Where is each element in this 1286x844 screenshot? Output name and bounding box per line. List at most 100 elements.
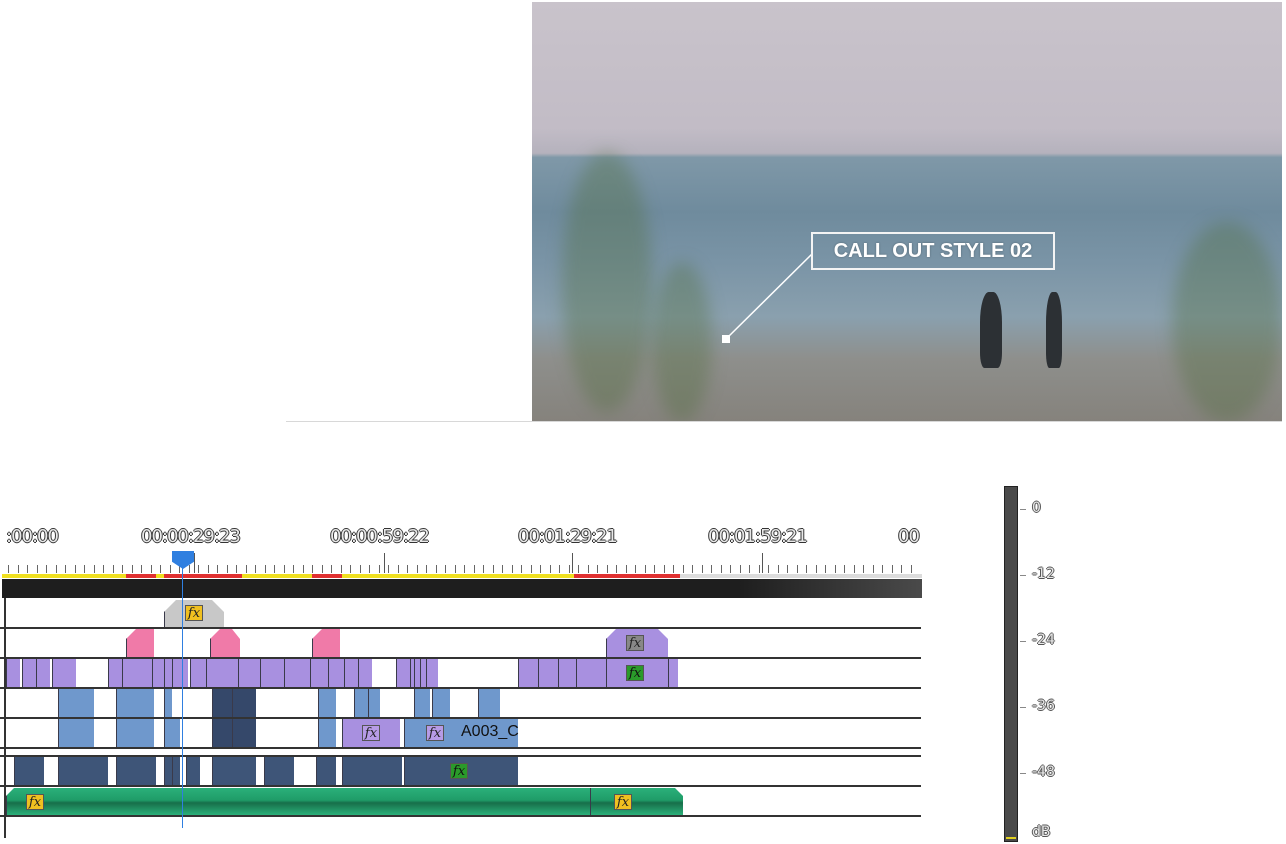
callout-title: CALL OUT STYLE 02 [811, 232, 1055, 270]
video-clip[interactable] [358, 659, 372, 687]
playhead-handle[interactable] [172, 551, 194, 569]
video-clip[interactable] [232, 719, 256, 747]
audio-clip[interactable] [172, 757, 180, 785]
video-clip[interactable] [52, 659, 76, 687]
ruler-tick [759, 565, 760, 573]
video-clip[interactable] [284, 659, 310, 687]
video-clip[interactable] [538, 659, 558, 687]
ruler-tick [531, 565, 532, 573]
ruler-tick [322, 565, 323, 573]
video-clip[interactable] [328, 659, 344, 687]
adjustment-clip[interactable] [210, 629, 240, 657]
video-clip[interactable] [426, 659, 438, 687]
music-audio-clip[interactable] [590, 788, 683, 815]
adjustment-clip[interactable] [126, 629, 154, 657]
video-clip[interactable] [260, 659, 284, 687]
fx-badge[interactable]: fx [362, 725, 380, 741]
fx-badge[interactable]: fx [450, 763, 468, 779]
track-divider [0, 747, 921, 749]
fx-badge[interactable]: fx [626, 635, 644, 651]
music-audio-clip[interactable] [6, 788, 590, 815]
video-clip[interactable] [576, 659, 606, 687]
track-divider [0, 627, 921, 629]
ruler-tick [873, 565, 874, 573]
video-clip[interactable] [164, 719, 180, 747]
ruler-tick [702, 565, 703, 573]
video-clip[interactable] [344, 659, 358, 687]
ruler-tick [664, 565, 665, 573]
ruler-tick [18, 565, 19, 573]
video-clip[interactable] [172, 659, 182, 687]
video-clip[interactable] [206, 659, 238, 687]
ruler-tick [379, 565, 380, 573]
video-clip[interactable] [152, 659, 164, 687]
ruler-tick [550, 565, 551, 573]
audio-clip[interactable] [164, 757, 172, 785]
audio-clip[interactable] [342, 757, 402, 785]
video-clip[interactable] [212, 689, 232, 717]
video-clip[interactable] [6, 659, 20, 687]
ruler-tick [274, 565, 275, 573]
program-monitor-preview: CALL OUT STYLE 02 [532, 2, 1282, 422]
ruler-tick [835, 565, 836, 573]
audio-clip[interactable] [14, 757, 44, 785]
ruler-tick [607, 565, 608, 573]
db-scale-label: -24 [1032, 632, 1055, 648]
audio-clip[interactable] [58, 757, 108, 785]
video-clip[interactable] [396, 659, 410, 687]
audio-clip[interactable] [264, 757, 294, 785]
audio-clip[interactable] [212, 757, 256, 785]
ruler-tick [616, 565, 617, 573]
ruler-tick [749, 565, 750, 573]
video-clip[interactable] [116, 689, 154, 717]
ruler-tick [426, 565, 427, 573]
video-clip[interactable] [478, 689, 500, 717]
ruler-tick [559, 565, 560, 573]
video-clip[interactable] [668, 659, 678, 687]
video-clip[interactable] [212, 719, 232, 747]
audio-clip[interactable] [316, 757, 336, 785]
timeline-zoom-scrollbar[interactable] [2, 579, 922, 598]
video-clip[interactable] [414, 689, 430, 717]
video-clip[interactable] [36, 659, 50, 687]
video-clip[interactable] [432, 689, 450, 717]
video-clip[interactable] [232, 689, 256, 717]
video-clip[interactable] [108, 659, 122, 687]
video-clip[interactable] [22, 659, 36, 687]
fx-badge[interactable]: fx [426, 725, 444, 741]
video-clip[interactable] [58, 719, 94, 747]
video-clip[interactable] [318, 689, 336, 717]
video-clip[interactable] [190, 659, 206, 687]
ruler-tick [683, 565, 684, 573]
ruler-tick [198, 565, 199, 573]
ruler-tick [768, 565, 769, 573]
video-clip[interactable] [354, 689, 368, 717]
ruler-tick [825, 565, 826, 573]
video-clip[interactable] [558, 659, 576, 687]
ruler-tick [911, 565, 912, 573]
fx-badge[interactable]: fx [26, 794, 44, 810]
ruler-tick [654, 565, 655, 573]
audio-clip[interactable] [186, 757, 200, 785]
ruler-tick [692, 565, 693, 573]
video-clip[interactable] [368, 689, 380, 717]
video-clip[interactable] [122, 659, 152, 687]
video-clip[interactable] [238, 659, 260, 687]
fx-badge[interactable]: fx [614, 794, 632, 810]
playhead-line[interactable] [182, 560, 183, 828]
adjustment-clip[interactable] [312, 629, 340, 657]
video-clip[interactable] [318, 719, 336, 747]
video-clip[interactable] [164, 659, 172, 687]
ruler-tick [578, 565, 579, 573]
audio-clip[interactable] [116, 757, 156, 785]
ruler-tick [740, 565, 741, 573]
video-clip[interactable] [164, 689, 172, 717]
video-clip[interactable] [310, 659, 328, 687]
ruler-tick [464, 565, 465, 573]
video-clip[interactable] [518, 659, 538, 687]
video-clip[interactable] [116, 719, 154, 747]
fx-badge[interactable]: fx [626, 665, 644, 681]
fx-badge[interactable]: fx [185, 605, 203, 621]
video-clip[interactable] [58, 689, 94, 717]
video-clip-a003[interactable]: A003_C [404, 719, 519, 747]
